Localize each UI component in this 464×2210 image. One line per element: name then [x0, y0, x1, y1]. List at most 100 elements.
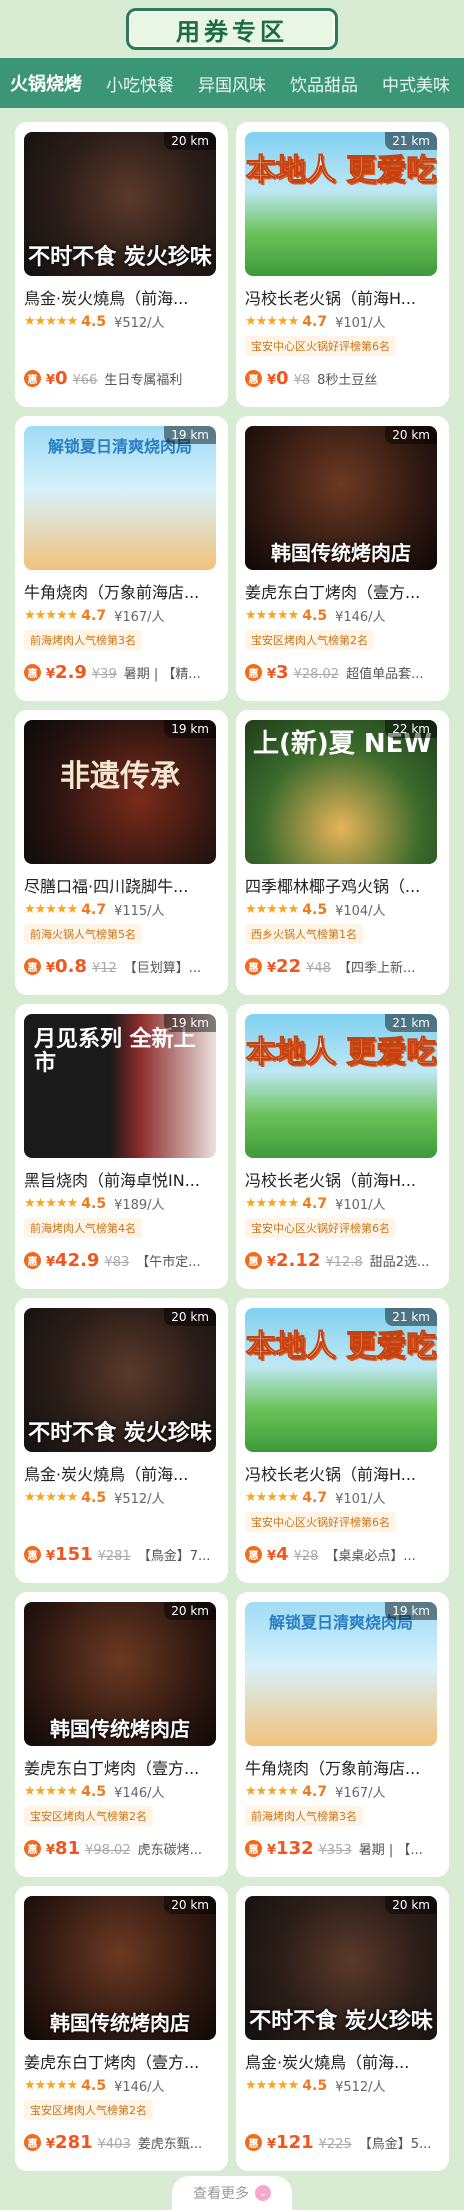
price-value: 132: [276, 1838, 314, 1859]
coupon-icon: 惠: [24, 664, 41, 681]
price-value: 281: [55, 2132, 93, 2153]
currency-symbol: ¥: [267, 1255, 277, 1270]
deal-image[interactable]: 月见系列 全新上市 19 km: [24, 1014, 216, 1158]
original-price: ¥353: [318, 1843, 352, 1858]
coupon-icon: 惠: [245, 1252, 262, 1269]
star-rating-icon: ★★★★★: [245, 2078, 299, 2093]
coupon-icon: 惠: [245, 2134, 262, 2151]
price-value: 121: [276, 2132, 314, 2153]
tab-3[interactable]: 饮品甜品: [290, 71, 358, 96]
tab-0[interactable]: 火锅烧烤: [10, 70, 82, 96]
coupon-price-row[interactable]: 惠 ¥81 ¥98.02 虎东碳烤...: [24, 1838, 216, 1859]
rating-row: ★★★★★ 4.7 ¥167/人: [24, 606, 219, 626]
rank-tag: 宝安中心区火锅好评榜第6名: [245, 1512, 396, 1532]
coupon-price-row[interactable]: 惠 ¥151 ¥281 【鳥金】7...: [24, 1544, 216, 1565]
coupon-price-row[interactable]: 惠 ¥22 ¥48 【四季上新...: [245, 956, 437, 977]
original-price: ¥83: [104, 1255, 130, 1270]
coupon-price-row[interactable]: 惠 ¥132 ¥353 暑期 | 【...: [245, 1838, 437, 1859]
rating-row: ★★★★★ 4.5 ¥104/人: [245, 900, 440, 920]
deal-image[interactable]: 不时不食 炭火珍味 20 km: [24, 132, 216, 276]
rating-row: ★★★★★ 4.5 ¥512/人: [245, 2076, 440, 2096]
deal-card[interactable]: 不时不食 炭火珍味 20 km 鳥金·炭火燒鳥（前海... ★★★★★ 4.5 …: [236, 1886, 449, 2171]
deal-image[interactable]: 本地人 更爱吃 21 km: [245, 132, 437, 276]
rating-score: 4.7: [302, 313, 328, 330]
rating-row: ★★★★★ 4.5 ¥146/人: [24, 2076, 219, 2096]
currency-symbol: ¥: [46, 1843, 56, 1858]
coupon-icon: 惠: [24, 370, 41, 387]
deal-card[interactable]: 上(新)夏 NEW 22 km 四季椰林椰子鸡火锅（... ★★★★★ 4.5 …: [236, 710, 449, 995]
deal-image[interactable]: 韩国传统烤肉店 20 km: [24, 1602, 216, 1746]
star-rating-icon: ★★★★★: [245, 608, 299, 623]
original-price: ¥12.8: [325, 1255, 363, 1270]
header: 用券专区: [0, 0, 464, 58]
deal-image[interactable]: 韩国传统烤肉店 20 km: [245, 426, 437, 570]
avg-price: ¥189/人: [114, 1198, 165, 1213]
star-rating-icon: ★★★★★: [24, 1490, 78, 1505]
rating-row: ★★★★★ 4.5 ¥146/人: [245, 606, 440, 626]
deal-price: ¥151: [46, 1544, 93, 1565]
deal-image[interactable]: 上(新)夏 NEW 22 km: [245, 720, 437, 864]
shop-name: 鳥金·炭火燒鳥（前海...: [245, 2053, 410, 2072]
avg-price: ¥101/人: [335, 1492, 386, 1507]
deal-card[interactable]: 本地人 更爱吃 21 km 冯校长老火锅（前海H... ★★★★★ 4.7 ¥1…: [236, 122, 449, 407]
avg-price: ¥101/人: [335, 316, 386, 331]
price-value: 4: [276, 1544, 289, 1565]
rating-score: 4.5: [81, 313, 107, 330]
coupon-price-row[interactable]: 惠 ¥0 ¥8 8秒土豆丝: [245, 368, 437, 389]
coupon-price-row[interactable]: 惠 ¥4 ¥28 【桌桌必点】...: [245, 1544, 437, 1565]
deal-card[interactable]: 韩国传统烤肉店 20 km 姜虎东白丁烤肉（壹方... ★★★★★ 4.5 ¥1…: [15, 1592, 228, 1877]
deal-image[interactable]: 韩国传统烤肉店 20 km: [24, 1896, 216, 2040]
coupon-price-row[interactable]: 惠 ¥2.12 ¥12.8 甜品2选...: [245, 1250, 437, 1271]
coupon-price-row[interactable]: 惠 ¥2.9 ¥39 暑期 | 【精...: [24, 662, 216, 683]
distance-badge: 20 km: [164, 1896, 216, 1914]
currency-symbol: ¥: [46, 961, 56, 976]
rating-score: 4.5: [302, 901, 328, 918]
deal-description: 8秒土豆丝: [317, 373, 378, 388]
deal-grid: 不时不食 炭火珍味 20 km 鳥金·炭火燒鳥（前海... ★★★★★ 4.5 …: [15, 122, 449, 2171]
rating-score: 4.5: [81, 1195, 107, 1212]
original-price: ¥8: [293, 373, 311, 388]
avg-price: ¥101/人: [335, 1198, 386, 1213]
price-value: 3: [276, 662, 289, 683]
tab-1[interactable]: 小吃快餐: [106, 71, 174, 96]
coupon-price-row[interactable]: 惠 ¥281 ¥403 姜虎东甄...: [24, 2132, 216, 2153]
deal-image[interactable]: 不时不食 炭火珍味 20 km: [245, 1896, 437, 2040]
coupon-icon: 惠: [24, 1840, 41, 1857]
rank-tag: 西乡火锅人气榜第1名: [245, 924, 363, 944]
shop-name: 鳥金·炭火燒鳥（前海...: [24, 289, 189, 308]
coupon-price-row[interactable]: 惠 ¥3 ¥28.02 超值单品套...: [245, 662, 437, 683]
deal-card[interactable]: 解锁夏日清爽烧肉局 19 km 牛角烧肉（万象前海店... ★★★★★ 4.7 …: [236, 1592, 449, 1877]
shop-name: 姜虎东白丁烤肉（壹方...: [24, 1759, 200, 1778]
see-more-button[interactable]: 查看更多 ⌄: [172, 2176, 292, 2210]
coupon-price-row[interactable]: 惠 ¥121 ¥225 【鳥金】5...: [245, 2132, 437, 2153]
deal-card[interactable]: 不时不食 炭火珍味 20 km 鳥金·炭火燒鳥（前海... ★★★★★ 4.5 …: [15, 122, 228, 407]
deal-image[interactable]: 本地人 更爱吃 21 km: [245, 1014, 437, 1158]
tab-4[interactable]: 中式美味: [382, 71, 450, 96]
rating-row: ★★★★★ 4.7 ¥101/人: [245, 312, 440, 332]
deal-image[interactable]: 本地人 更爱吃 21 km: [245, 1308, 437, 1452]
deal-image[interactable]: 不时不食 炭火珍味 20 km: [24, 1308, 216, 1452]
rating-row: ★★★★★ 4.7 ¥167/人: [245, 1782, 440, 1802]
tab-2[interactable]: 异国风味: [198, 71, 266, 96]
coupon-price-row[interactable]: 惠 ¥42.9 ¥83 【午市定...: [24, 1250, 216, 1271]
deal-image[interactable]: 解锁夏日清爽烧肉局 19 km: [245, 1602, 437, 1746]
distance-badge: 19 km: [164, 1014, 216, 1032]
deal-price: ¥0: [267, 368, 289, 389]
deal-card[interactable]: 韩国传统烤肉店 20 km 姜虎东白丁烤肉（壹方... ★★★★★ 4.5 ¥1…: [236, 416, 449, 701]
deal-card[interactable]: 韩国传统烤肉店 20 km 姜虎东白丁烤肉（壹方... ★★★★★ 4.5 ¥1…: [15, 1886, 228, 2171]
deal-card[interactable]: 不时不食 炭火珍味 20 km 鳥金·炭火燒鳥（前海... ★★★★★ 4.5 …: [15, 1298, 228, 1583]
chevron-down-icon: ⌄: [255, 2185, 271, 2201]
currency-symbol: ¥: [267, 1843, 277, 1858]
currency-symbol: ¥: [267, 961, 277, 976]
deal-image[interactable]: 非遗传承 19 km: [24, 720, 216, 864]
coupon-price-row[interactable]: 惠 ¥0 ¥66 生日专属福利: [24, 368, 216, 389]
deal-card[interactable]: 解锁夏日清爽烧肉局 19 km 牛角烧肉（万象前海店... ★★★★★ 4.7 …: [15, 416, 228, 701]
original-price: ¥48: [306, 961, 331, 976]
deal-card[interactable]: 本地人 更爱吃 21 km 冯校长老火锅（前海H... ★★★★★ 4.7 ¥1…: [236, 1298, 449, 1583]
deal-price: ¥81: [46, 1838, 80, 1859]
deal-card[interactable]: 月见系列 全新上市 19 km 黑旨烧肉（前海卓悦IN... ★★★★★ 4.5…: [15, 1004, 228, 1289]
deal-card[interactable]: 非遗传承 19 km 尽膳口福·四川跷脚牛... ★★★★★ 4.7 ¥115/…: [15, 710, 228, 995]
deal-image[interactable]: 解锁夏日清爽烧肉局 19 km: [24, 426, 216, 570]
deal-card[interactable]: 本地人 更爱吃 21 km 冯校长老火锅（前海H... ★★★★★ 4.7 ¥1…: [236, 1004, 449, 1289]
coupon-price-row[interactable]: 惠 ¥0.8 ¥12 【巨划算】...: [24, 956, 216, 977]
